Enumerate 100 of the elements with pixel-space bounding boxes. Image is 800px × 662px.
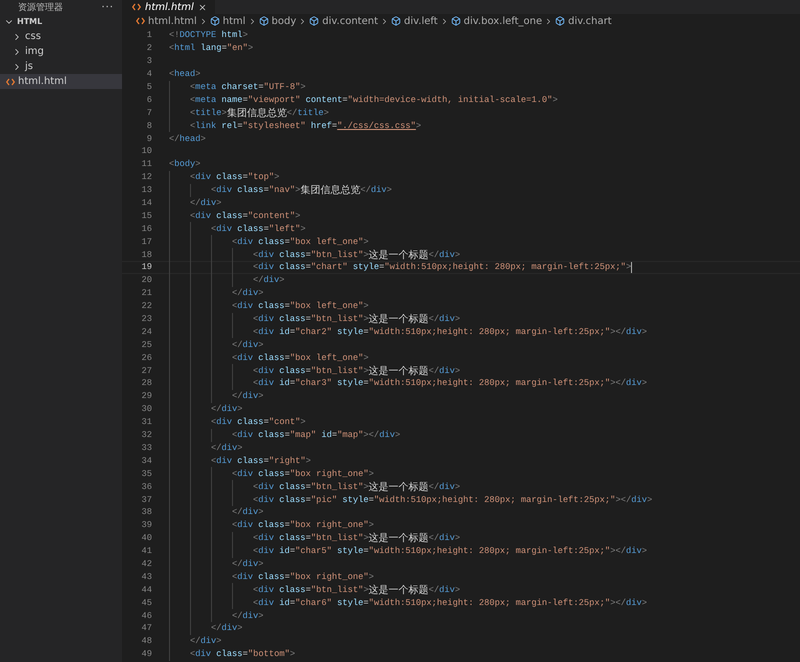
line-number: 10 bbox=[140, 146, 153, 156]
more-actions-button[interactable]: ··· bbox=[101, 2, 114, 12]
code-line: </div> bbox=[169, 506, 264, 518]
code-line: <div class="top"> bbox=[169, 172, 280, 183]
line-number: 29 bbox=[140, 391, 153, 402]
line-number: 49 bbox=[140, 649, 153, 660]
code-line: <meta charset="UTF-8"> bbox=[169, 82, 306, 92]
item-name: img bbox=[25, 46, 44, 57]
line-number: 26 bbox=[140, 352, 153, 363]
code-line: <div class="btn_list">这是一个标题</div> bbox=[169, 481, 460, 492]
line-number: 39 bbox=[140, 520, 153, 530]
line-number: 37 bbox=[140, 494, 153, 504]
line-number: 32 bbox=[140, 430, 153, 440]
line-number: 5 bbox=[146, 82, 153, 92]
code-line: </div> bbox=[169, 198, 222, 208]
file-item[interactable]: html.html bbox=[0, 74, 122, 89]
code-line: <div class="box right_one"> bbox=[169, 468, 374, 480]
code-line: <div class="box left_one"> bbox=[169, 352, 369, 364]
breadcrumb-item[interactable]: html.html bbox=[136, 16, 197, 26]
cube-icon bbox=[450, 16, 461, 26]
code-file-icon bbox=[136, 17, 145, 25]
line-number: 11 bbox=[140, 159, 153, 170]
code-line: <div class="cont"> bbox=[169, 416, 306, 428]
line-number: 13 bbox=[140, 185, 153, 196]
breadcrumb-label: div.content bbox=[322, 16, 378, 26]
code-line: <!DOCTYPE html> bbox=[169, 30, 248, 41]
line-number: 12 bbox=[140, 172, 153, 182]
code-line: </div> bbox=[169, 404, 243, 415]
code-line: <div class="right"> bbox=[169, 455, 311, 466]
breadcrumb-label: div.left bbox=[404, 16, 438, 26]
code-line: </div> bbox=[169, 622, 243, 634]
code-line: <div class="nav">集团信息总览</div> bbox=[169, 184, 392, 196]
code-line: <div class="chart" style="width:510px;height: 280px; margin-left:25px;"> bbox=[169, 262, 632, 273]
code-line: </div> bbox=[169, 288, 264, 299]
cube-icon bbox=[309, 16, 320, 26]
close-icon[interactable] bbox=[198, 2, 207, 12]
code-line: <title>集团信息总览</title> bbox=[169, 107, 329, 118]
code-line: <div class="btn_list">这是一个标题</div> bbox=[169, 314, 460, 324]
line-number: 18 bbox=[140, 250, 153, 260]
line-number: 25 bbox=[140, 340, 153, 350]
line-number: 35 bbox=[140, 468, 153, 479]
line-number: 33 bbox=[140, 442, 153, 453]
code-line: <div class="box right_one"> bbox=[169, 571, 374, 582]
line-number: 40 bbox=[140, 533, 153, 544]
line-number: 22 bbox=[140, 301, 153, 312]
code-line: </div> bbox=[169, 558, 264, 570]
line-number: 36 bbox=[140, 482, 153, 492]
line-number: 19 bbox=[140, 262, 153, 272]
breadcrumb-item[interactable]: html bbox=[210, 16, 246, 26]
code-line: <div class="btn_list">这是一个标题</div> bbox=[169, 584, 460, 596]
code-line: <link rel="stylesheet" href="./css/css.css"> bbox=[169, 120, 422, 132]
code-line: <div class="box right_one"> bbox=[169, 520, 374, 531]
code-line: </head> bbox=[169, 133, 206, 144]
code-line: <div class="content"> bbox=[169, 210, 300, 222]
line-number: 21 bbox=[140, 288, 153, 298]
breadcrumb-label: html bbox=[222, 16, 246, 26]
code-line: </div> bbox=[169, 274, 285, 286]
line-number: 3 bbox=[146, 56, 153, 66]
breadcrumb-label: div.chart bbox=[568, 16, 612, 26]
line-number: 47 bbox=[140, 623, 153, 634]
line-number: 23 bbox=[140, 314, 153, 324]
breadcrumb-item[interactable]: body bbox=[258, 16, 296, 26]
editor-tab[interactable]: html.html bbox=[122, 0, 215, 14]
line-number: 16 bbox=[140, 224, 153, 234]
code-line: </div> bbox=[169, 339, 264, 350]
code-line: <div id="char3" style="width:510px;height: 280px; margin-left:25px;"></div> bbox=[169, 378, 647, 389]
line-number: 24 bbox=[140, 326, 153, 337]
code-line: <head> bbox=[169, 68, 201, 80]
code-line: <div class="map" id="map"></div> bbox=[169, 430, 400, 440]
explorer-title: 资源管理器 bbox=[18, 2, 63, 14]
folder-item[interactable]: js bbox=[0, 59, 122, 74]
folder-item[interactable]: img bbox=[0, 44, 122, 59]
breadcrumb-item[interactable]: div.content bbox=[309, 16, 378, 26]
breadcrumb-item[interactable]: div.chart bbox=[555, 16, 612, 26]
line-number: 42 bbox=[140, 558, 153, 569]
line-number: 9 bbox=[146, 134, 153, 144]
line-number: 15 bbox=[140, 210, 153, 221]
breadcrumb-item[interactable]: div.left bbox=[391, 16, 438, 26]
code-line: <div id="char2" style="width:510px;height: 280px; margin-left:25px;"></div> bbox=[169, 326, 647, 338]
line-number: 34 bbox=[140, 456, 153, 466]
code-line: </div> bbox=[169, 390, 264, 402]
line-number: 38 bbox=[140, 507, 153, 518]
line-number: 8 bbox=[146, 120, 153, 131]
code-line: </div> bbox=[169, 442, 243, 454]
code-line: <div class="box left_one"> bbox=[169, 300, 369, 312]
code-line: <div class="box left_one"> bbox=[169, 236, 369, 248]
cube-icon bbox=[555, 16, 566, 26]
code-line: <div class="btn_list">这是一个标题</div> bbox=[169, 249, 460, 260]
item-name: js bbox=[25, 61, 33, 72]
line-number: 6 bbox=[146, 94, 153, 105]
line-number: 28 bbox=[140, 378, 153, 388]
line-number: 46 bbox=[140, 610, 153, 621]
folder-item[interactable]: css bbox=[0, 29, 122, 44]
line-number: 30 bbox=[140, 404, 153, 414]
folder-header[interactable]: HTML bbox=[0, 14, 122, 29]
code-line: <div class="btn_list">这是一个标题</div> bbox=[169, 365, 460, 376]
cube-icon bbox=[391, 16, 401, 26]
line-number: 17 bbox=[140, 236, 153, 247]
line-number: 4 bbox=[146, 69, 153, 80]
breadcrumb-label: html.html bbox=[148, 16, 197, 26]
